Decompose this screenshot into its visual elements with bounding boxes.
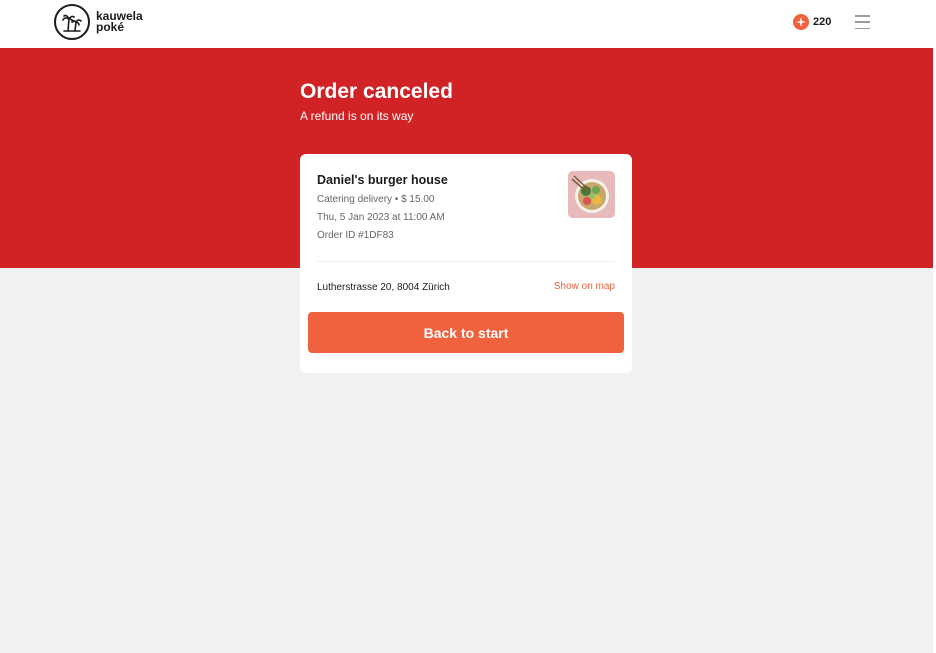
brand-name-line2: poké — [96, 20, 125, 34]
card-divider — [317, 261, 615, 262]
order-datetime: Thu, 5 Jan 2023 at 11:00 AM — [317, 212, 445, 223]
back-to-start-button[interactable]: Back to start — [308, 312, 624, 353]
page-subtitle: A refund is on its way — [300, 109, 414, 123]
restaurant-name: Daniel's burger house — [317, 173, 448, 187]
food-bowl-image — [568, 171, 615, 218]
points-value: 220 — [813, 16, 832, 28]
hamburger-menu-icon[interactable] — [855, 15, 870, 29]
delivery-address: Lutherstrasse 20, 8004 Zürich — [317, 282, 450, 293]
brand-name: kauwela poké — [96, 10, 143, 34]
order-details: Catering delivery • $ 15.00 — [317, 194, 435, 205]
palm-trees-icon — [54, 4, 90, 40]
show-on-map-link[interactable]: Show on map — [554, 281, 615, 292]
order-card: Daniel's burger house Catering delivery … — [300, 154, 632, 373]
top-header: kauwela poké 220 — [0, 0, 936, 48]
loyalty-points[interactable]: 220 — [793, 14, 831, 30]
page-title: Order canceled — [300, 80, 453, 103]
brand-logo[interactable]: kauwela poké — [54, 4, 143, 40]
sparkle-icon — [793, 14, 809, 30]
order-id: Order ID #1DF83 — [317, 230, 394, 241]
